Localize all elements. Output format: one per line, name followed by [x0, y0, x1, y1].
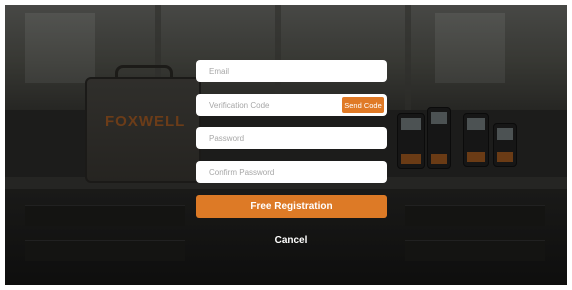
cancel-button[interactable]: Cancel — [251, 232, 331, 248]
confirm-password-field[interactable] — [196, 161, 387, 183]
email-input[interactable] — [209, 66, 387, 76]
free-registration-button[interactable]: Free Registration — [196, 195, 387, 218]
registration-screen: FOXWELL Send Code Free Registration Canc… — [5, 5, 567, 285]
registration-form: Send Code Free Registration Cancel — [5, 5, 567, 285]
send-code-button[interactable]: Send Code — [342, 97, 384, 113]
verification-code-input[interactable] — [209, 100, 334, 110]
confirm-password-input[interactable] — [209, 167, 387, 177]
email-field[interactable] — [196, 60, 387, 82]
verification-code-field[interactable]: Send Code — [196, 94, 387, 116]
password-input[interactable] — [209, 133, 387, 143]
password-field[interactable] — [196, 127, 387, 149]
